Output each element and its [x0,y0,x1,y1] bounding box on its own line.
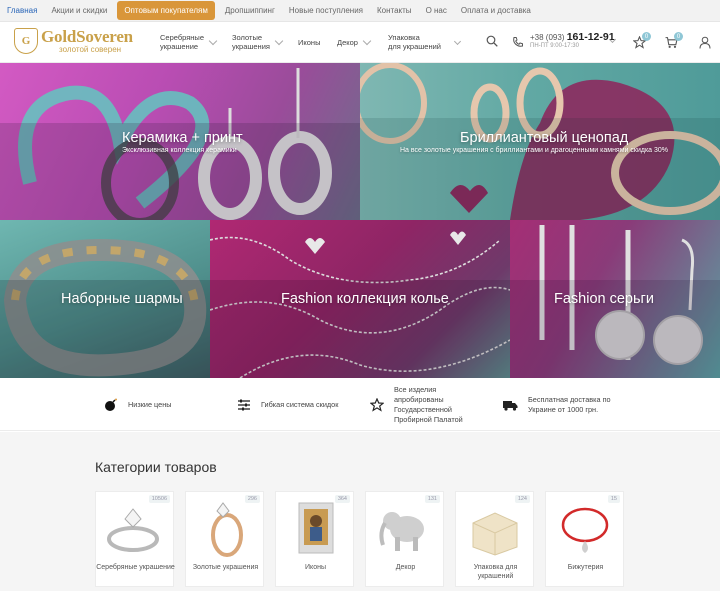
topnav-payment-delivery[interactable]: Оплата и доставка [454,0,538,22]
feature-discounts: Гибкая система скидок [237,379,338,431]
banner-diamond-sale[interactable]: Бриллиантовый ценопад На все золотые укр… [360,63,720,220]
features-bar: Низкие цены Гибкая система скидок Все из… [0,379,720,431]
menu-gold-line2: украшения [232,42,270,51]
cart-button[interactable]: 0 [664,32,683,49]
topnav-home[interactable]: Главная [0,0,44,22]
menu-icons-label: Иконы [298,37,321,47]
topnav-promotions[interactable]: Акции и скидки [44,0,114,22]
gold-ring-image [211,502,243,557]
banner-diamond-title: Бриллиантовый ценопад [460,130,629,146]
phone-prefix: +38 (093) [530,33,565,42]
cart-count: 0 [674,32,683,41]
feature-delivery: Бесплатная доставка по Украине от 1000 г… [503,379,633,431]
chevron-down-icon [362,36,372,46]
bracelet-image [561,507,609,553]
feature-discounts-text: Гибкая система скидок [261,400,339,409]
banner-earrings[interactable]: Fashion серьги [510,220,720,378]
banner-ceramics-title: Керамика + принт [122,130,243,146]
menu-packaging-line1: Упаковка [388,33,420,42]
phone-main: 161-12-91 [566,31,615,43]
main-header: G GoldSoveren золотой соверен Серебряные… [0,22,720,63]
menu-gold-line1: Золотые [232,33,262,42]
category-card-bijouterie[interactable]: 15 Бижутерия [545,491,624,587]
menu-gold[interactable]: Золотые украшения [232,22,284,62]
category-card-gold[interactable]: 296 Золотые украшения [185,491,264,587]
chevron-down-icon [208,36,218,46]
crest-icon: G [14,28,38,54]
category-card-icons[interactable]: 364 Иконы [275,491,354,587]
user-icon [699,36,711,49]
category-label: Бижутерия [567,564,604,571]
banner-diamond-subtitle: На все золотые украшения с бриллиантами … [400,147,669,154]
phone-icon [512,35,524,53]
menu-packaging-line2: для украшений [388,42,441,51]
menu-silver[interactable]: Серебряные украшение [160,22,218,62]
category-label: Иконы [305,564,326,571]
categories-section: Категории товаров 10506 Серебряные украш… [0,432,720,591]
feature-low-prices-text: Низкие цены [128,400,172,409]
category-card-packaging[interactable]: 124 Упаковка для украшений [455,491,534,587]
banner-necklaces-title: Fashion коллекция колье [281,291,449,307]
feature-certified-text: Все изделия апробированы Государственной… [394,385,463,424]
feature-certified: Все изделия апробированы Государственной… [370,379,490,431]
banner-earrings-title: Fashion серьги [554,291,654,307]
truck-icon [503,400,518,411]
category-card-silver[interactable]: 10506 Серебряные украшение [95,491,175,587]
site-logo[interactable]: G GoldSoveren золотой соверен [14,26,134,58]
logo-subtitle: золотой соверен [59,45,122,54]
wishlist-count: 0 [642,32,651,41]
sliders-icon [238,399,250,411]
logo-name: GoldSoveren [41,27,133,46]
topnav-about[interactable]: О нас [419,0,454,22]
banner-necklaces[interactable]: Fashion коллекция колье [210,220,510,378]
topnav-dropshipping[interactable]: Дропшиппинг [218,0,282,22]
elephant-figurine-image [379,512,424,551]
category-card-decor[interactable]: 131 Декор [365,491,444,587]
topnav-wholesale-button[interactable]: Оптовым покупателям [117,1,215,20]
menu-decor[interactable]: Декор [337,22,372,62]
banner-charms[interactable]: Наборные шармы [0,220,210,378]
menu-decor-label: Декор [337,37,358,47]
category-label: Декор [395,564,416,571]
category-label: Серебряные украшение [96,564,175,571]
menu-icons[interactable]: Иконы [298,22,320,62]
category-label: Упаковка для украшений [473,564,518,580]
account-button[interactable] [698,35,712,49]
working-hours: ПН-ПТ 9:00-17:30 [530,43,579,49]
chevron-down-icon[interactable] [453,37,462,46]
icon-image [298,502,334,554]
silver-ring-image [107,508,159,552]
menu-silver-line2: украшение [160,42,199,51]
gift-box-image [472,512,518,556]
star-icon [370,398,384,412]
menu-packaging[interactable]: Упаковка для украшений [388,22,441,62]
banner-ceramics[interactable]: Керамика + принт Эксклюзивная коллекция … [0,63,360,220]
categories-heading: Категории товаров [95,459,217,475]
category-label: Золотые украшения [192,564,259,571]
wishlist-button[interactable]: 0 [632,32,651,49]
chevron-down-icon [274,36,284,46]
phone-number: +38 (093) 161-12-91 [530,31,615,43]
feature-delivery-text: Бесплатная доставка по Украине от 1000 г… [528,395,611,414]
top-navigation: Главная Акции и скидки Оптовым покупател… [0,0,720,22]
bomb-icon [105,398,117,411]
banner-ceramics-subtitle: Эксклюзивная коллекция керамики [122,147,237,154]
search-icon[interactable] [485,34,499,48]
topnav-contacts[interactable]: Контакты [370,0,419,22]
banner-charms-title: Наборные шармы [61,291,183,307]
topnav-new-arrivals[interactable]: Новые поступления [282,0,370,22]
feature-low-prices: Низкие цены [104,379,171,431]
menu-silver-line1: Серебряные [160,33,204,42]
